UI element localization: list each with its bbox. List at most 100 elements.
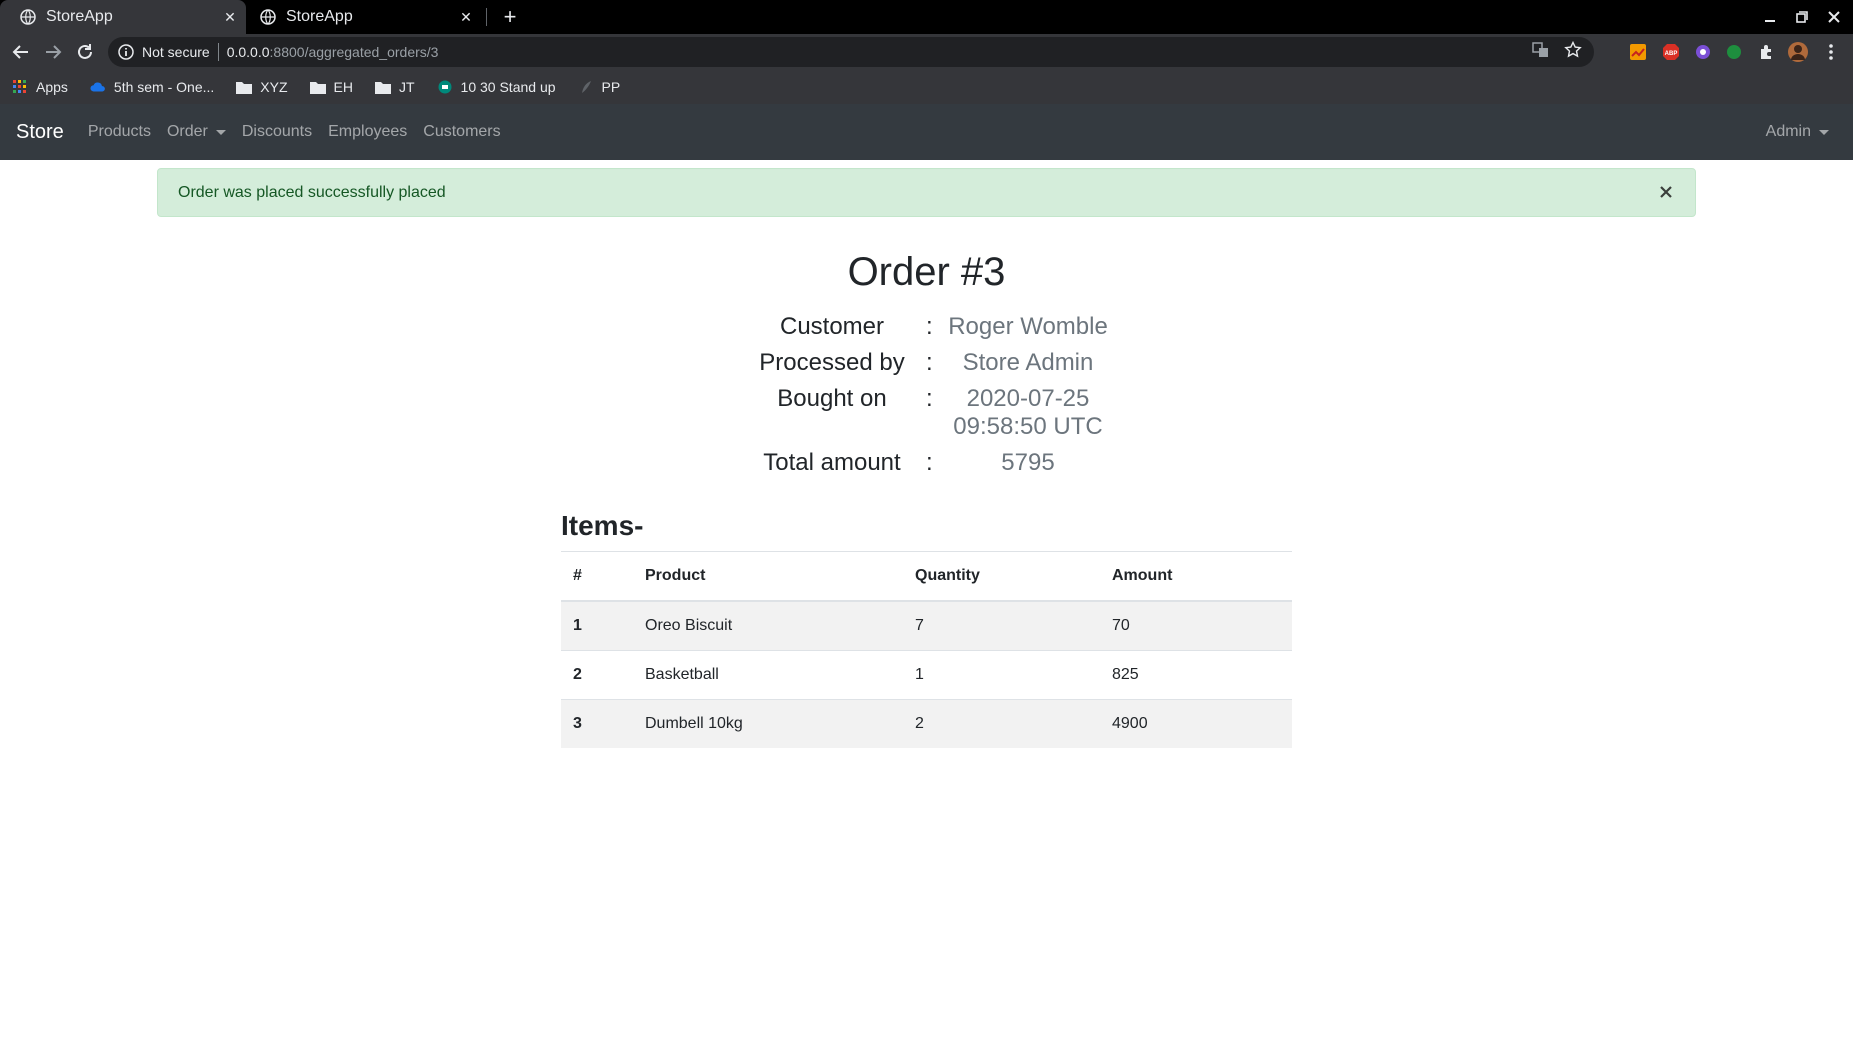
quantity-cell: 7	[903, 600, 1100, 650]
close-alert-icon[interactable]	[1655, 181, 1677, 203]
bookmark-pp[interactable]: PP	[578, 79, 621, 95]
reload-icon[interactable]	[73, 40, 97, 64]
bookmark-label: EH	[333, 79, 353, 95]
nav-discounts[interactable]: Discounts	[242, 123, 312, 141]
cloud-icon	[90, 79, 106, 95]
browser-tab-2[interactable]: StoreApp ✕	[248, 0, 482, 34]
bookmark-label: 5th sem - One...	[113, 79, 215, 95]
product-cell: Basketball	[633, 649, 903, 699]
globe-icon	[260, 9, 276, 25]
omnibox-divider	[217, 43, 219, 61]
bookmark-label: Apps	[36, 79, 68, 95]
nav-admin-dropdown[interactable]: Admin	[1766, 123, 1829, 141]
bookmark-label: PP	[601, 79, 621, 95]
address-bar[interactable]: Not secure 0.0.0.0:8800/aggregated_order…	[108, 37, 1594, 67]
bookmark-folder-jt[interactable]: JT	[374, 79, 415, 95]
processed-by-value: Store Admin	[962, 349, 1094, 376]
row-number: 2	[561, 649, 633, 699]
svg-text:ABP: ABP	[1665, 51, 1678, 57]
url-text[interactable]: 0.0.0.0:8800/aggregated_orders/3	[227, 44, 439, 60]
meet-icon	[437, 79, 453, 95]
total-amount-value: 5795	[1001, 449, 1055, 476]
bookmark-apps[interactable]: Apps	[12, 79, 68, 95]
product-cell: Dumbell 10kg	[633, 698, 903, 748]
feather-icon	[578, 79, 594, 95]
amount-cell: 825	[1100, 649, 1292, 699]
bookmark-folder-xyz[interactable]: XYZ	[236, 79, 288, 95]
row-number: 1	[561, 600, 633, 650]
folder-icon	[309, 79, 326, 95]
url-host: 0.0.0.0	[226, 44, 270, 60]
browser-tab-1[interactable]: StoreApp ✕	[0, 0, 246, 34]
bought-on-label: Bought on	[777, 385, 887, 412]
bought-on-time: 09:58:50 UTC	[953, 413, 1103, 440]
nav-admin-label: Admin	[1765, 123, 1811, 140]
apps-grid-icon	[12, 79, 28, 95]
table-row: 1 Oreo Biscuit 7 70	[561, 600, 1292, 650]
bookmark-folder-eh[interactable]: EH	[309, 79, 353, 95]
puzzle-extensions-icon[interactable]	[1756, 41, 1778, 63]
nav-order-label: Order	[166, 123, 208, 140]
total-amount-label: Total amount	[763, 449, 901, 476]
new-tab-icon[interactable]: +	[498, 4, 522, 29]
nav-employees[interactable]: Employees	[328, 123, 407, 141]
tab-title: StoreApp	[46, 8, 113, 25]
minimize-icon[interactable]	[1758, 5, 1782, 29]
close-tab-icon[interactable]: ✕	[456, 7, 476, 27]
folder-icon	[236, 79, 253, 95]
chart-extension-icon[interactable]	[1627, 41, 1649, 63]
browser-toolbar: Not secure 0.0.0.0:8800/aggregated_order…	[0, 34, 1853, 70]
amount-cell: 70	[1100, 600, 1292, 650]
processed-by-label: Processed by	[759, 349, 905, 376]
quantity-cell: 1	[903, 649, 1100, 699]
close-window-icon[interactable]	[1822, 5, 1846, 29]
nav-order-dropdown[interactable]: Order	[167, 123, 226, 141]
nav-customers[interactable]: Customers	[423, 123, 500, 141]
globe-icon	[20, 9, 36, 25]
items-heading: Items-	[561, 510, 644, 541]
info-icon[interactable]	[118, 44, 134, 60]
table-row: 3 Dumbell 10kg 2 4900	[561, 698, 1292, 748]
nav-products[interactable]: Products	[88, 123, 151, 141]
app-navbar: Store Products Order Discounts Employees…	[0, 104, 1853, 160]
product-cell: Oreo Biscuit	[633, 600, 903, 650]
folder-icon	[374, 79, 391, 95]
bought-on-date: 2020-07-25	[966, 385, 1090, 412]
close-tab-icon[interactable]: ✕	[220, 7, 240, 27]
purple-extension-icon[interactable]	[1692, 41, 1714, 63]
brand-link[interactable]: Store	[16, 121, 64, 144]
bought-on-value: 2020-07-25 09:58:50 UTC	[928, 385, 1128, 441]
security-label: Not secure	[142, 44, 210, 60]
caret-down-icon	[1819, 129, 1829, 135]
bookmark-star-icon[interactable]	[1564, 41, 1582, 59]
bookmark-label: JT	[398, 79, 415, 95]
maximize-icon[interactable]	[1790, 5, 1814, 29]
profile-avatar[interactable]	[1787, 41, 1809, 63]
column-header: Amount	[1100, 552, 1292, 602]
bookmark-label: 10 30 Stand up	[460, 79, 556, 95]
tab-divider	[486, 8, 487, 26]
alert-message: Order was placed successfully placed	[178, 183, 446, 201]
url-path: :8800/aggregated_orders/3	[269, 44, 439, 60]
adblock-icon[interactable]: ABP	[1660, 41, 1682, 63]
items-table: # Product Quantity Amount 1 Oreo Biscuit…	[561, 552, 1292, 748]
table-header-row: # Product Quantity Amount	[561, 552, 1292, 602]
amount-cell: 4900	[1100, 698, 1292, 748]
tab-title: StoreApp	[286, 8, 353, 25]
green-extension-icon[interactable]	[1723, 41, 1745, 63]
bookmark-onedrive[interactable]: 5th sem - One...	[90, 79, 214, 95]
forward-arrow-icon[interactable]	[41, 40, 65, 64]
column-header: Quantity	[903, 552, 1100, 602]
browser-menu-icon[interactable]	[1820, 41, 1842, 63]
column-header: Product	[633, 552, 903, 602]
success-alert: Order was placed successfully placed	[157, 168, 1696, 217]
customer-value: Roger Womble	[948, 313, 1108, 340]
order-title: Order #3	[847, 250, 1006, 294]
bookmarks-bar: Apps 5th sem - One... XYZ EH JT 10 30 St…	[0, 70, 1853, 104]
row-number: 3	[561, 698, 633, 748]
column-header: #	[561, 552, 633, 602]
translate-icon[interactable]	[1532, 41, 1550, 59]
bookmark-standup[interactable]: 10 30 Stand up	[437, 79, 556, 95]
back-arrow-icon[interactable]	[9, 40, 33, 64]
browser-tab-strip: StoreApp ✕ StoreApp ✕ +	[0, 0, 1853, 34]
